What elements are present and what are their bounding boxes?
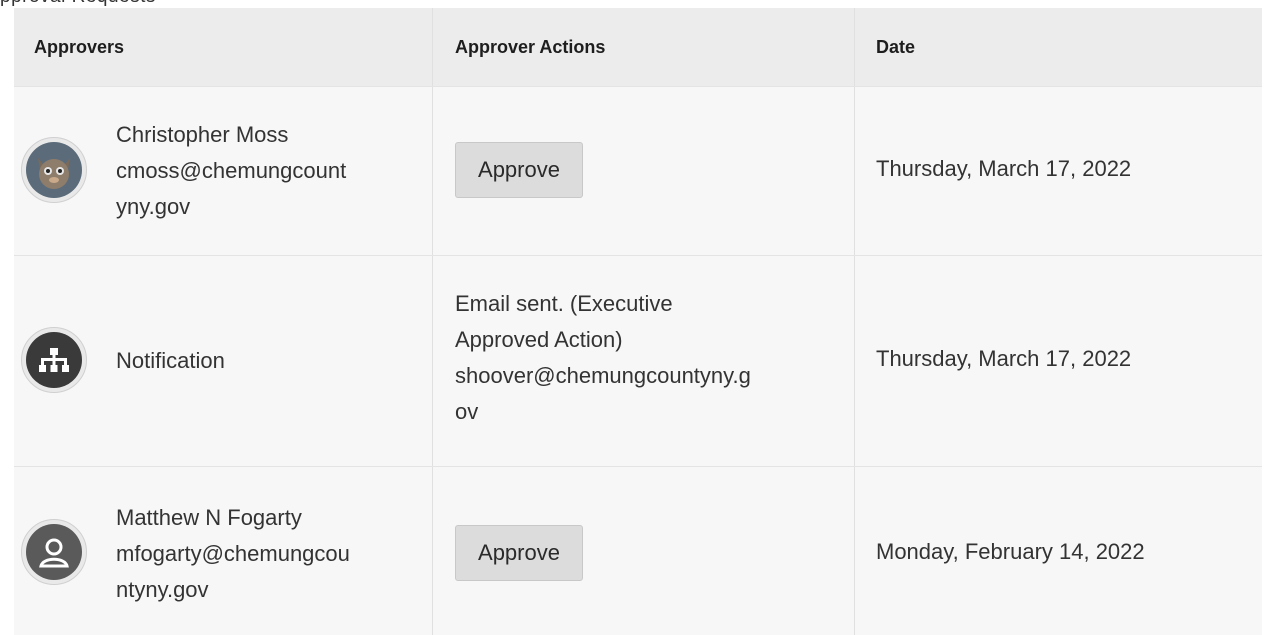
table-row: Matthew N Fogarty mfogarty@chemungcou nt… [14, 467, 1262, 635]
table-row: Christopher Moss cmoss@chemungcount yny.… [14, 87, 1262, 255]
table-header: Approvers Approver Actions Date [14, 8, 1262, 86]
approver-email-line: yny.gov [116, 194, 191, 219]
action-notification-text: Email sent. (Executive Approved Action) … [455, 286, 751, 430]
approver-info: Notification [116, 343, 225, 379]
header-approver-actions: Approver Actions [455, 37, 606, 57]
approver-info: Matthew N Fogarty mfogarty@chemungcou nt… [116, 500, 350, 608]
approve-button[interactable]: Approve [455, 142, 583, 198]
approver-email-line: cmoss@chemungcount [116, 158, 347, 183]
approver-info: Christopher Moss cmoss@chemungcount yny.… [116, 117, 346, 225]
approver-email-line: ntyny.gov [116, 577, 209, 602]
person-icon [21, 519, 87, 585]
approver-name: Notification [116, 348, 225, 373]
approver-name: Matthew N Fogarty [116, 505, 302, 530]
approve-button[interactable]: Approve [455, 525, 583, 581]
cat-avatar-icon [21, 137, 87, 203]
date-cell: Thursday, March 17, 2022 [876, 346, 1132, 371]
action-text-line: Approved Action) [455, 327, 623, 352]
header-approvers: Approvers [34, 37, 125, 57]
approvals-table: Approvers Approver Actions Date Christop… [14, 8, 1262, 635]
page-heading-fragment: pproval Requests [0, 0, 360, 8]
date-cell: Monday, February 14, 2022 [876, 539, 1145, 564]
action-text-line: ov [455, 399, 479, 424]
org-chart-icon [21, 327, 87, 393]
approver-email-line: mfogarty@chemungcou [116, 541, 350, 566]
action-text-line: shoover@chemungcountyny.g [455, 363, 751, 388]
date-cell: Thursday, March 17, 2022 [876, 156, 1132, 181]
table-row: Notification Email sent. (Executive Appr… [14, 256, 1262, 466]
approver-name: Christopher Moss [116, 122, 289, 147]
header-date: Date [876, 37, 916, 57]
action-text-line: Email sent. (Executive [455, 291, 673, 316]
